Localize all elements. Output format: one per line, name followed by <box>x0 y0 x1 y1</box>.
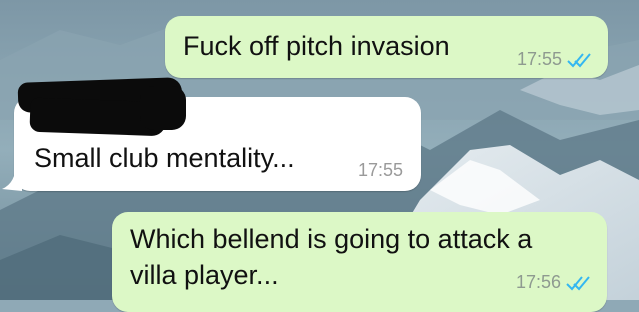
double-tick-read-icon <box>565 275 593 291</box>
message-meta: 17:56 <box>516 272 593 293</box>
double-tick-read-icon <box>566 52 594 68</box>
bubble-tail <box>2 163 22 191</box>
message-meta: 17:55 <box>517 49 594 70</box>
message-meta: 17:55 <box>358 160 403 181</box>
message-text: Fuck off pitch invasion <box>183 31 450 61</box>
message-time: 17:55 <box>516 49 562 69</box>
redaction-mark <box>140 86 186 130</box>
outgoing-message-bubble[interactable]: Which bellend is going to attack a villa… <box>112 212 607 312</box>
message-text: Small club mentality... <box>34 143 295 173</box>
outgoing-message-bubble[interactable]: Fuck off pitch invasion 17:55 <box>165 16 608 78</box>
message-text-line-1: Which bellend is going to attack a <box>130 224 533 254</box>
message-time: 17:55 <box>357 160 403 180</box>
message-time: 17:56 <box>515 272 561 292</box>
message-text-line-2: villa player... <box>130 260 279 290</box>
